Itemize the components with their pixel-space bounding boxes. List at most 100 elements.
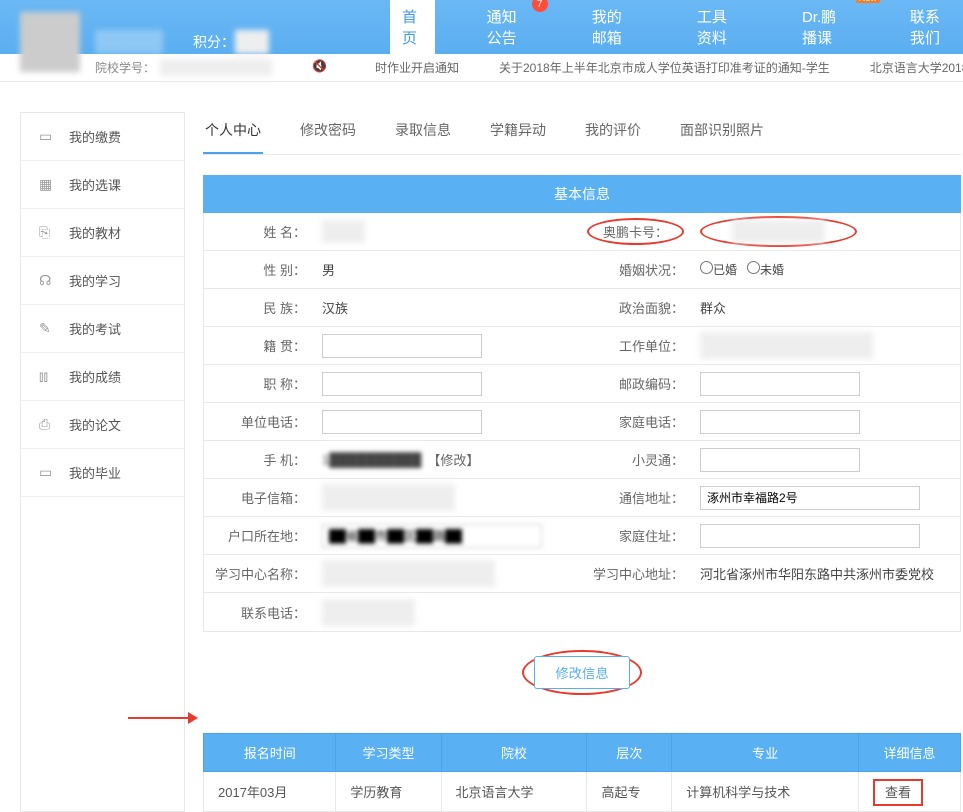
payment-icon: ▭ — [39, 128, 57, 145]
political-value: 群众 — [692, 298, 960, 317]
avatar — [20, 12, 80, 72]
pencil-icon: ✎ — [39, 320, 57, 337]
tab-status[interactable]: 学籍异动 — [488, 112, 548, 154]
homeaddr-label: 家庭住址： — [582, 526, 692, 545]
contacttel-value — [322, 599, 415, 626]
top-banner: 积分： 首页 通知公告7 我的邮箱 工具资料 Dr.鹏播课New 联系我们 — [0, 0, 963, 54]
student-id-value — [160, 59, 272, 76]
sidebar-item-study[interactable]: ☊我的学习 — [21, 257, 184, 305]
user-name — [95, 30, 163, 54]
sidebar-item-label: 我的缴费 — [69, 127, 121, 146]
email-label: 电子信箱： — [204, 488, 314, 507]
nav-home[interactable]: 首页 — [390, 0, 435, 56]
sidebar-item-label: 我的毕业 — [69, 463, 121, 482]
zip-label: 邮政编码： — [582, 374, 692, 393]
pager-input[interactable] — [700, 448, 860, 472]
tab-password[interactable]: 修改密码 — [298, 112, 358, 154]
th-major: 专业 — [672, 734, 859, 772]
marital-married-radio[interactable] — [700, 261, 713, 274]
zip-input[interactable] — [700, 372, 860, 396]
marital-label: 婚姻状况： — [582, 260, 692, 279]
sidebar-item-exam[interactable]: ✎ 我的考试 — [21, 305, 184, 353]
td-major: 计算机科学与技术 — [672, 772, 859, 812]
modify-info-button[interactable]: 修改信息 — [534, 656, 629, 689]
td-level: 高起专 — [587, 772, 672, 812]
sidebar-item-textbook[interactable]: ⎘我的教材 — [21, 209, 184, 257]
nav-mail[interactable]: 我的邮箱 — [580, 0, 645, 56]
th-detail: 详细信息 — [858, 734, 960, 772]
nav-course[interactable]: Dr.鹏播课New — [790, 0, 858, 56]
ticker-item[interactable]: 关于2018年上半年北京市成人学位英语打印准考证的通知-学生 — [499, 59, 830, 76]
hometel-input[interactable] — [700, 410, 860, 434]
gender-label: 性 别： — [204, 260, 314, 279]
sidebar-item-graduate[interactable]: ▭我的毕业 — [21, 449, 184, 497]
centeraddr-label: 学习中心地址： — [582, 564, 692, 583]
worktel-input[interactable] — [322, 410, 482, 434]
work-value — [700, 332, 873, 359]
notice-badge: 7 — [532, 0, 548, 12]
title-input[interactable] — [322, 372, 482, 396]
nav-notice[interactable]: 通知公告7 — [475, 0, 540, 56]
hukou-input[interactable] — [322, 524, 542, 548]
email-value — [322, 484, 455, 511]
political-label: 政治面貌： — [582, 298, 692, 317]
doc-icon: ⎙ — [39, 416, 57, 433]
sidebar-item-label: 我的考试 — [69, 319, 121, 338]
td-school: 北京语言大学 — [441, 772, 587, 812]
pager-label: 小灵通： — [582, 450, 692, 469]
tab-face[interactable]: 面部识别照片 — [678, 112, 766, 154]
nav-tools[interactable]: 工具资料 — [685, 0, 750, 56]
nav-contact[interactable]: 联系我们 — [898, 0, 963, 56]
new-tag: New — [856, 0, 880, 3]
points-label: 积分： — [193, 34, 235, 50]
table-row: 2017年03月 学历教育 北京语言大学 高起专 计算机科学与技术 查看 — [204, 772, 961, 812]
ticker-item[interactable]: 时作业开启通知 — [375, 59, 459, 76]
view-detail-link[interactable]: 查看 — [885, 782, 911, 801]
sidebar-item-label: 我的成绩 — [69, 367, 121, 386]
title-label: 职 称： — [204, 374, 314, 393]
main-content: 个人中心 修改密码 录取信息 学籍异动 我的评价 面部识别照片 基本信息 姓 名… — [203, 112, 961, 812]
chart-icon: ⫾⫾ — [39, 368, 57, 385]
th-time: 报名时间 — [204, 734, 336, 772]
course-icon: ▦ — [39, 176, 57, 193]
addr-label: 通信地址： — [582, 488, 692, 507]
sidebar-item-course[interactable]: ▦我的选课 — [21, 161, 184, 209]
sidebar-item-label: 我的学习 — [69, 271, 121, 290]
name-value — [322, 220, 365, 243]
tab-admission[interactable]: 录取信息 — [393, 112, 453, 154]
marital-single-radio[interactable] — [747, 261, 760, 274]
native-label: 籍 贯： — [204, 336, 314, 355]
sidebar-item-thesis[interactable]: ⎙ 我的论文 — [21, 401, 184, 449]
native-input[interactable] — [322, 334, 482, 358]
td-type: 学历教育 — [336, 772, 441, 812]
ticker-item[interactable]: 北京语言大学2018年9月 — [870, 59, 963, 76]
sidebar-item-label: 我的论文 — [69, 415, 121, 434]
tab-review[interactable]: 我的评价 — [583, 112, 643, 154]
th-school: 院校 — [441, 734, 587, 772]
mobile-label: 手 机： — [204, 450, 314, 469]
sidebar-item-grades[interactable]: ⫾⫾ 我的成绩 — [21, 353, 184, 401]
book-icon: ⎘ — [39, 224, 57, 241]
th-type: 学习类型 — [336, 734, 441, 772]
info-table: 姓 名： 奥鹏卡号： 性 别：男 婚姻状况：已婚未婚 民 族：汉族 政治面貌：群… — [203, 213, 961, 632]
tab-profile[interactable]: 个人中心 — [203, 112, 263, 154]
gender-value: 男 — [314, 260, 582, 279]
work-label: 工作单位： — [582, 336, 692, 355]
worktel-label: 单位电话： — [204, 412, 314, 431]
enroll-table: 报名时间 学习类型 院校 层次 专业 详细信息 2017年03月 学历教育 北京… — [203, 733, 961, 812]
addr-input[interactable] — [700, 486, 920, 510]
mobile-modify-link[interactable]: 【修改】 — [427, 450, 479, 469]
top-nav: 首页 通知公告7 我的邮箱 工具资料 Dr.鹏播课New 联系我们 — [390, 0, 963, 54]
annotation-arrow — [128, 700, 198, 734]
contacttel-label: 联系电话： — [204, 603, 314, 622]
hukou-label: 户口所在地： — [204, 526, 314, 545]
ethnic-label: 民 族： — [204, 298, 314, 317]
news-ticker: 🔇 时作业开启通知 关于2018年上半年北京市成人学位英语打印准考证的通知-学生… — [312, 59, 963, 76]
sidebar-item-payment[interactable]: ▭ 我的缴费 — [21, 113, 184, 161]
card-value — [732, 220, 825, 243]
center-value — [322, 560, 495, 587]
section-header-basic: 基本信息 — [203, 175, 961, 213]
center-label: 学习中心名称： — [204, 564, 314, 583]
homeaddr-input[interactable] — [700, 524, 920, 548]
centeraddr-value: 河北省涿州市华阳东路中共涿州市委党校 — [692, 564, 960, 583]
